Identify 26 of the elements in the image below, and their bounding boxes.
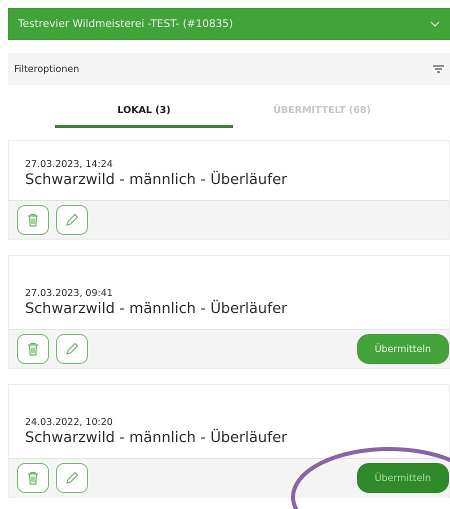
entry-title: Schwarzwild - männlich - Überläufer: [25, 301, 288, 317]
chevron-down-icon: [430, 21, 440, 27]
delete-button[interactable]: [17, 205, 49, 235]
pencil-icon: [65, 471, 79, 485]
entry-timestamp: 27.03.2023, 14:24: [25, 159, 114, 170]
hunting-ground-name: Testrevier Wildmeisterei -TEST- (#10835): [18, 18, 234, 30]
filter-icon: [433, 65, 444, 73]
entry-title: Schwarzwild - männlich - Überläufer: [25, 430, 288, 446]
entry-timestamp: 24.03.2022, 10:20: [25, 417, 114, 428]
filter-options-bar[interactable]: Filteroptionen: [8, 53, 450, 85]
entry-timestamp: 27.03.2023, 09:41: [25, 288, 114, 299]
filter-options-label: Filteroptionen: [14, 64, 80, 74]
trash-icon: [27, 471, 39, 485]
edit-button[interactable]: [56, 463, 88, 493]
pencil-icon: [65, 342, 79, 356]
edit-button[interactable]: [56, 205, 88, 235]
submit-button[interactable]: Übermitteln: [356, 334, 449, 364]
entry-title: Schwarzwild - männlich - Überläufer: [25, 172, 288, 188]
pencil-icon: [65, 213, 79, 227]
trash-icon: [27, 213, 39, 227]
tab[interactable]: LOKAL (3): [55, 95, 233, 128]
trash-icon: [27, 342, 39, 356]
delete-button[interactable]: [17, 463, 49, 493]
hunting-ground-selector[interactable]: Testrevier Wildmeisterei -TEST- (#10835): [8, 8, 450, 40]
edit-button[interactable]: [56, 334, 88, 364]
delete-button[interactable]: [17, 334, 49, 364]
